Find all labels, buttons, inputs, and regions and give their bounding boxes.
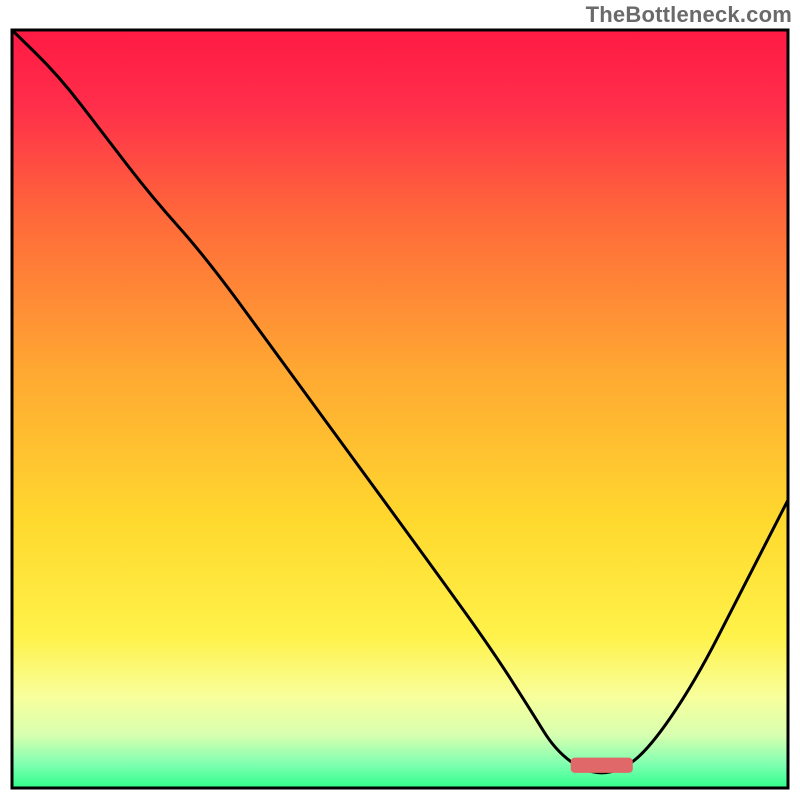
chart-root: TheBottleneck.com <box>0 0 800 800</box>
optimal-range-marker <box>571 758 633 773</box>
chart-svg <box>0 0 800 800</box>
plot-area <box>12 30 788 788</box>
